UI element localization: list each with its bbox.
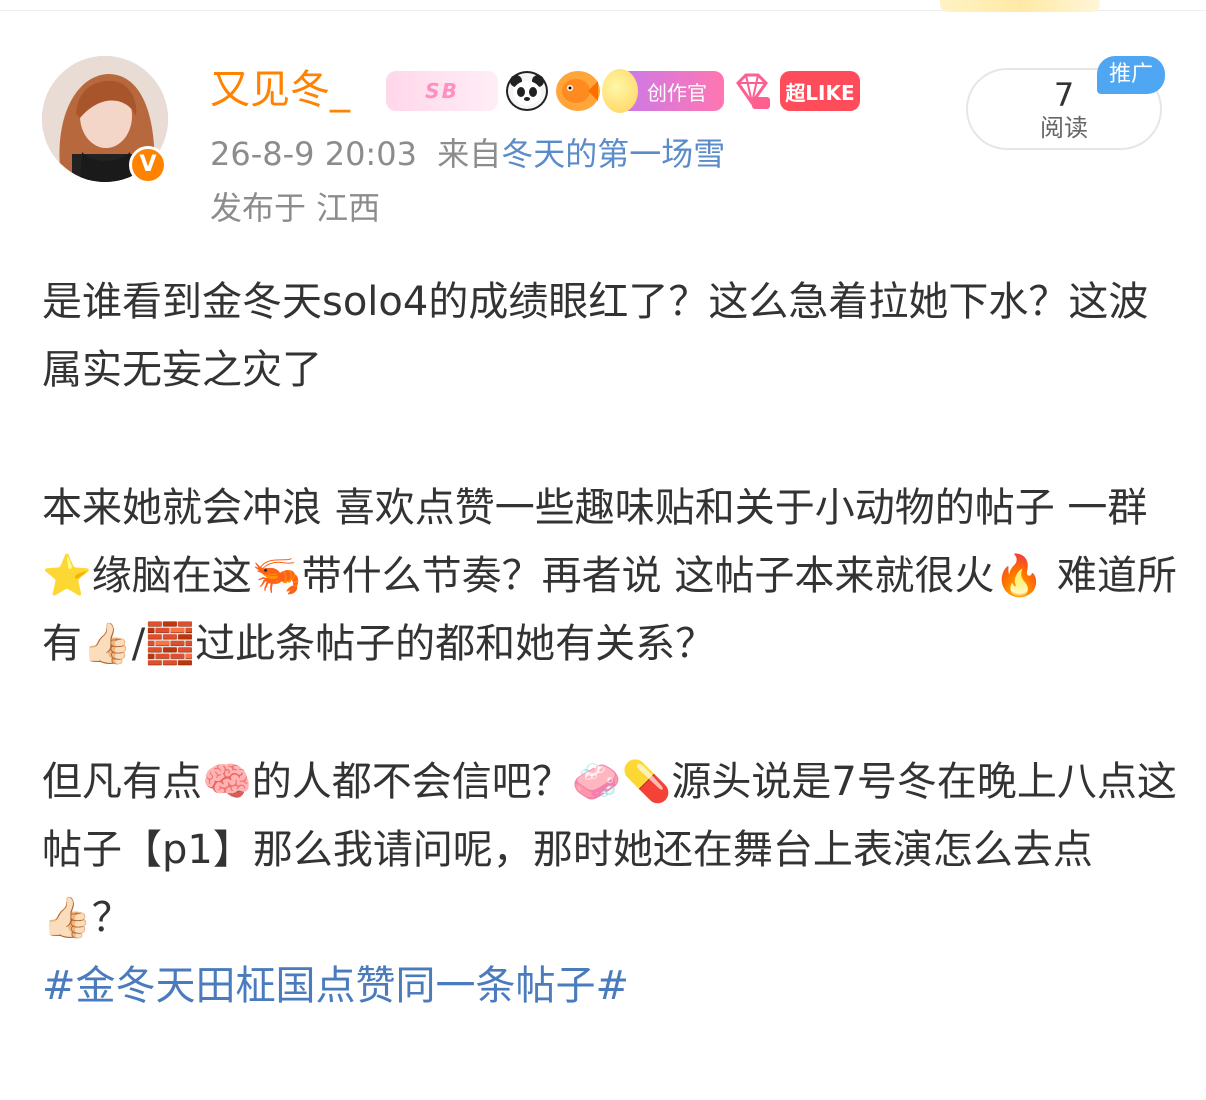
topic-hashtag[interactable]: #金冬天田柾国点赞同一条帖子# <box>42 952 1182 1020</box>
fish-icon[interactable] <box>556 71 600 111</box>
panda-icon[interactable] <box>506 71 548 111</box>
verified-badge-icon: V <box>129 146 167 184</box>
top-decoration <box>940 0 1100 12</box>
paragraph-2: 本来她就会冲浪 喜欢点赞一些趣味贴和关于小动物的帖子 一群⭐缘脑在这🦐带什么节奏… <box>42 485 1177 667</box>
source-prefix: 来自 <box>437 135 502 173</box>
fish-icon-graphic <box>562 79 598 103</box>
post-timestamp: 26-8-9 20:03 <box>210 135 417 173</box>
user-badges: SB 创作官 超LIKE <box>386 68 860 114</box>
panda-icon-graphic <box>510 75 544 105</box>
post-meta: 26-8-9 20:03 来自冬天的第一场雪 <box>210 132 725 176</box>
super-like-badge[interactable]: 超LIKE <box>780 71 860 111</box>
gem-icon-graphic <box>736 73 770 109</box>
post-location: 发布于 江西 <box>210 189 381 227</box>
sb-badge[interactable]: SB <box>386 71 498 111</box>
source-link[interactable]: 冬天的第一场雪 <box>501 135 725 173</box>
super-like-label: 超LIKE <box>785 80 855 105</box>
promo-badge: 推广 <box>1097 56 1165 94</box>
post-content: 是谁看到金冬天solo4的成绩眼红了？这么急着拉她下水？这波属实无妄之灾了 本来… <box>42 268 1182 1020</box>
read-label: 阅读 <box>1040 114 1088 142</box>
paragraph-3: 但凡有点🧠的人都不会信吧？🧼💊源头说是7号冬在晚上八点这帖子【p1】那么我请问呢… <box>42 759 1177 941</box>
gem-icon[interactable] <box>732 71 772 111</box>
creator-badge-icon <box>602 69 638 113</box>
username[interactable]: 又见冬_ <box>210 64 350 116</box>
sb-badge-label: SB <box>425 79 459 103</box>
paragraph-1: 是谁看到金冬天solo4的成绩眼红了？这么急着拉她下水？这波属实无妄之灾了 <box>42 279 1149 393</box>
creator-badge-label: 创作官 <box>647 80 707 105</box>
creator-badge[interactable]: 创作官 <box>602 69 724 113</box>
